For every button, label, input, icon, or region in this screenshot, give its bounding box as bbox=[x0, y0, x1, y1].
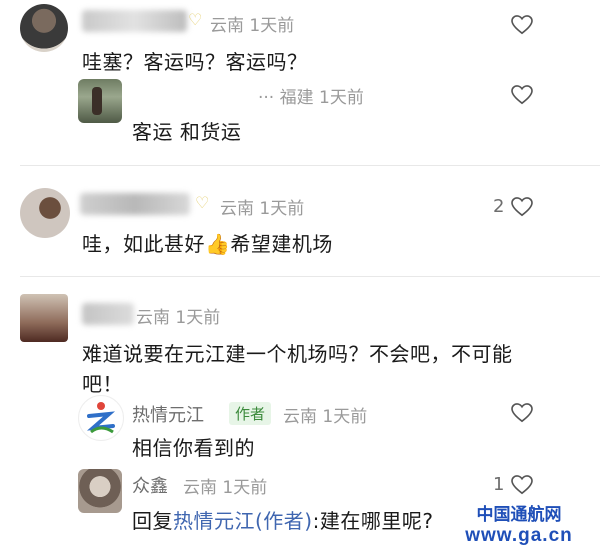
like-heart-icon[interactable] bbox=[511, 475, 533, 495]
author-badge: 作者 bbox=[229, 402, 272, 425]
reply-author-name[interactable]: 众鑫 bbox=[132, 472, 168, 498]
like-heart-icon[interactable] bbox=[511, 15, 533, 35]
comment-text-line: 难道说要在元江建一个机场吗？不会吧，不可能 bbox=[82, 342, 513, 366]
avatar[interactable] bbox=[78, 469, 122, 513]
reply-meta: 云南 1天前 bbox=[183, 478, 268, 498]
logo-icon bbox=[86, 402, 116, 434]
like-heart-icon[interactable] bbox=[511, 85, 533, 105]
reply-mention-link[interactable]: 热情元江(作者) bbox=[173, 509, 313, 533]
heart-small-icon: ♡ bbox=[195, 193, 210, 212]
avatar[interactable] bbox=[20, 4, 68, 52]
reply-meta: 云南 1天前 bbox=[283, 407, 368, 427]
username-blurred[interactable] bbox=[82, 10, 187, 32]
avatar[interactable] bbox=[78, 79, 122, 123]
watermark: 中国通航网 www.ga.cn bbox=[440, 505, 598, 547]
reply-suffix: :建在哪里呢? bbox=[312, 509, 434, 533]
username-blurred[interactable] bbox=[82, 303, 134, 325]
thumbs-up-icon: 👍 bbox=[205, 232, 231, 256]
comment-text-part: 希望建机场 bbox=[230, 232, 333, 256]
comment-text: 哇塞？客运吗？客运吗？ bbox=[82, 50, 308, 74]
reply-prefix: 回复 bbox=[132, 509, 173, 533]
comment-text-part: 哇，如此甚好 bbox=[82, 232, 205, 256]
reply-text: 客运 和货运 bbox=[132, 120, 242, 144]
comment-meta: 云南 1天前 bbox=[210, 16, 295, 36]
reply-text: 回复热情元江(作者):建在哪里呢? bbox=[132, 505, 433, 534]
comment-text-line: 吧！ bbox=[82, 372, 123, 396]
divider bbox=[20, 165, 600, 166]
like-count: 2 bbox=[493, 196, 505, 217]
watermark-line1: 中国通航网 bbox=[476, 505, 562, 524]
comment-meta: 云南 1天前 bbox=[220, 199, 305, 219]
avatar[interactable] bbox=[20, 294, 68, 342]
comment-text: 哇，如此甚好👍希望建机场 bbox=[82, 228, 333, 257]
like-heart-icon[interactable] bbox=[511, 403, 533, 423]
avatar[interactable] bbox=[20, 188, 70, 238]
heart-small-icon: ♡ bbox=[188, 10, 203, 29]
reply-author-name[interactable]: 热情元江 bbox=[132, 401, 204, 427]
username-blurred[interactable] bbox=[80, 193, 190, 215]
divider bbox=[20, 276, 600, 277]
like-count: 1 bbox=[493, 474, 505, 495]
reply-text: 相信你看到的 bbox=[132, 436, 255, 460]
reply-meta: ··· 福建 1天前 bbox=[258, 88, 364, 108]
comment-meta: 云南 1天前 bbox=[136, 308, 221, 328]
avatar[interactable] bbox=[78, 395, 124, 441]
watermark-line2: www.ga.cn bbox=[465, 525, 573, 546]
like-heart-icon[interactable] bbox=[511, 197, 533, 217]
